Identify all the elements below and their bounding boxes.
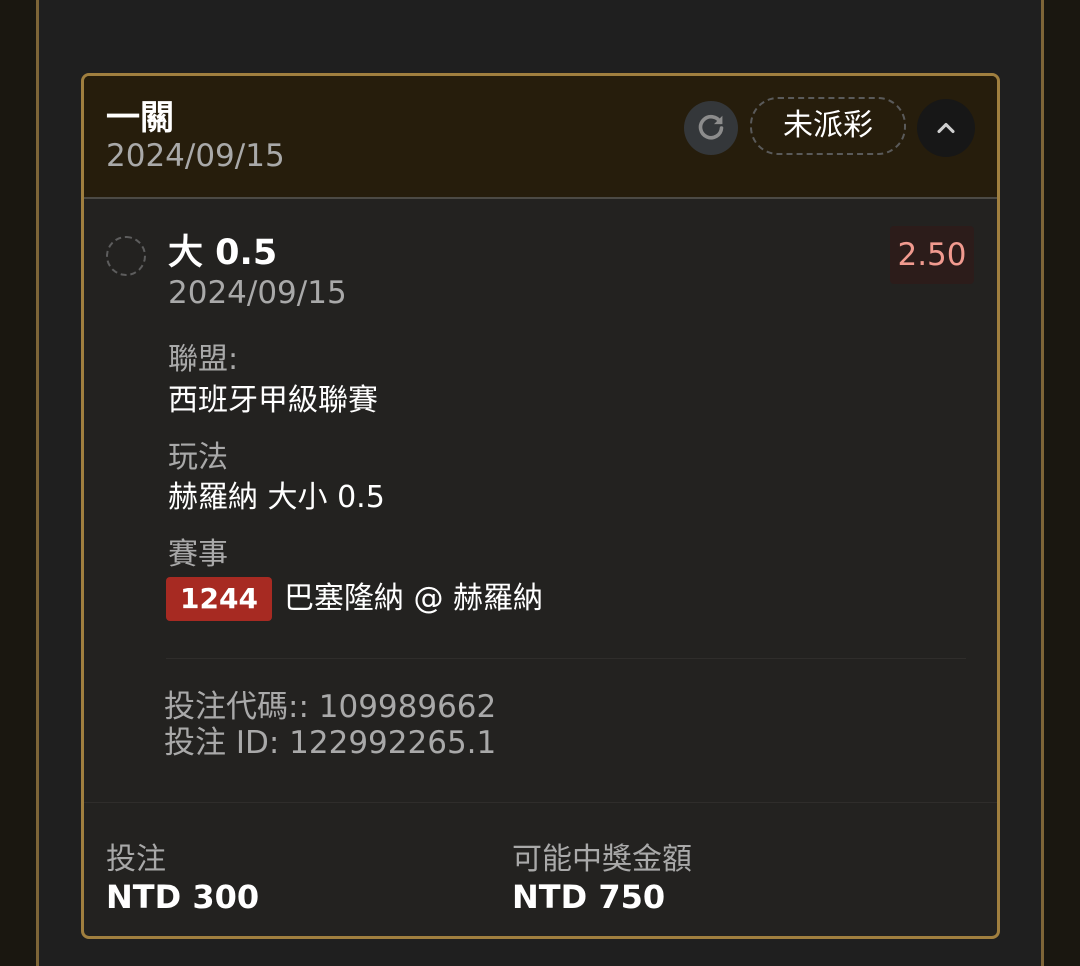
- event-label: 賽事: [168, 537, 228, 572]
- refresh-button[interactable]: [684, 101, 738, 155]
- bet-card: 一關 2024/09/15 未派彩 大 0.5 2024/09/15 2.50 …: [81, 73, 1000, 939]
- market-label: 玩法: [168, 440, 228, 475]
- market-value: 赫羅納 大小 0.5: [168, 480, 385, 515]
- league-label: 聯盟:: [168, 342, 239, 377]
- selection-radio[interactable]: [106, 236, 146, 276]
- stake-value: NTD 300: [106, 878, 260, 916]
- divider: [166, 658, 966, 659]
- bet-type-title: 一關: [106, 98, 174, 138]
- chevron-up-icon: [937, 122, 955, 134]
- bet-card-header[interactable]: 一關 2024/09/15 未派彩: [84, 76, 997, 199]
- potential-payout-value: NTD 750: [512, 878, 666, 916]
- event-row: 1244 巴塞隆納 @ 赫羅納: [166, 577, 543, 621]
- collapse-button[interactable]: [917, 99, 975, 157]
- league-value: 西班牙甲級聯賽: [168, 383, 378, 418]
- event-id-badge: 1244: [166, 577, 272, 621]
- divider: [84, 802, 997, 803]
- bet-id: 投注 ID: 122992265.1: [164, 725, 497, 761]
- potential-payout-label: 可能中獎金額: [512, 842, 692, 877]
- refresh-icon: [698, 114, 724, 140]
- selection-date: 2024/09/15: [168, 275, 347, 311]
- status-badge: 未派彩: [750, 97, 906, 155]
- bet-date: 2024/09/15: [106, 138, 285, 174]
- stake-label: 投注: [106, 842, 166, 877]
- event-name: 巴塞隆納 @ 赫羅納: [283, 581, 544, 616]
- odds-value: 2.50: [890, 226, 974, 284]
- selection-title: 大 0.5: [168, 233, 278, 273]
- bet-code: 投注代碼:: 109989662: [164, 689, 497, 725]
